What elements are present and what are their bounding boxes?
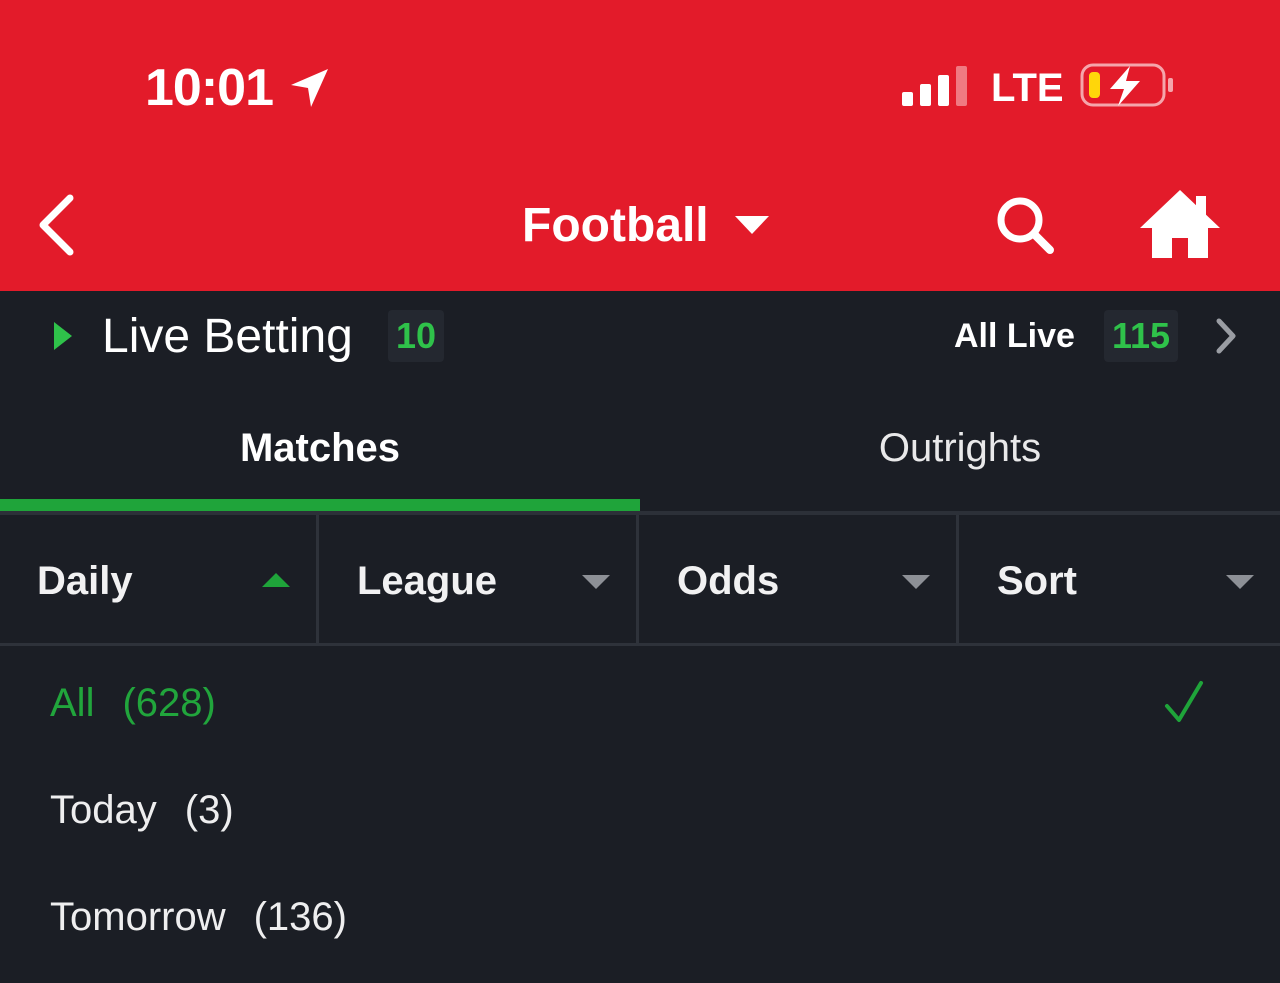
- filter-daily-label: Daily: [37, 559, 133, 603]
- caret-down-icon: [902, 575, 930, 589]
- daily-option-all-text: All (628): [50, 679, 216, 727]
- caret-down-icon: [1226, 575, 1254, 589]
- option-count: (3): [184, 788, 234, 832]
- active-tab-indicator: [0, 499, 640, 511]
- daily-option-today-text: Today (3): [50, 786, 234, 834]
- filter-odds[interactable]: Odds: [640, 515, 959, 645]
- filter-sort[interactable]: Sort: [960, 515, 1280, 645]
- caret-up-icon: [262, 573, 290, 587]
- signal-bars-icon: [902, 66, 967, 106]
- filter-daily[interactable]: Daily: [0, 515, 319, 645]
- home-icon[interactable]: [1138, 188, 1222, 260]
- play-triangle-icon: [54, 322, 72, 350]
- filter-odds-label: Odds: [677, 559, 780, 603]
- option-count: (628): [122, 681, 216, 725]
- tab-matches-label: Matches: [239, 426, 401, 470]
- battery-charging-icon: [1080, 63, 1173, 107]
- daily-option-tomorrow[interactable]: Tomorrow (136): [0, 865, 1280, 965]
- header-bar: 10:01 LTE Football: [0, 0, 1280, 291]
- search-icon[interactable]: [994, 194, 1056, 256]
- daily-option-all[interactable]: All (628): [0, 651, 1280, 751]
- live-betting-count-badge: 10: [388, 310, 445, 362]
- tab-matches[interactable]: Matches: [0, 400, 640, 510]
- option-label: All: [50, 681, 95, 725]
- filter-league-label: League: [357, 559, 498, 603]
- checkmark-icon: [1165, 681, 1203, 722]
- all-live-count-badge: 115: [1104, 310, 1179, 362]
- sport-selector[interactable]: Football: [522, 198, 769, 254]
- location-arrow-icon: [291, 69, 328, 107]
- chevron-right-icon[interactable]: [1212, 316, 1240, 356]
- filter-sort-label: Sort: [997, 559, 1077, 603]
- status-time: 10:01: [145, 59, 274, 117]
- filter-row-divider: [0, 643, 1280, 646]
- caret-down-icon: [582, 575, 610, 589]
- live-betting-label[interactable]: Live Betting: [102, 310, 353, 364]
- all-live-link[interactable]: All Live: [954, 312, 1075, 360]
- network-type-label: LTE: [991, 66, 1064, 110]
- back-chevron-icon[interactable]: [34, 192, 80, 258]
- option-label: Today: [50, 788, 157, 832]
- daily-option-today[interactable]: Today (3): [0, 758, 1280, 858]
- option-label: Tomorrow: [50, 895, 226, 939]
- tab-outrights-label: Outrights: [878, 426, 1042, 470]
- dropdown-caret-icon: [734, 216, 769, 234]
- page-title: Football: [522, 199, 709, 252]
- tab-outrights[interactable]: Outrights: [640, 400, 1280, 510]
- daily-option-tomorrow-text: Tomorrow (136): [50, 893, 347, 941]
- app-screen: 10:01 LTE Football Live Betting 10 All L…: [0, 0, 1280, 983]
- filter-league[interactable]: League: [320, 515, 639, 645]
- option-count: (136): [253, 895, 347, 939]
